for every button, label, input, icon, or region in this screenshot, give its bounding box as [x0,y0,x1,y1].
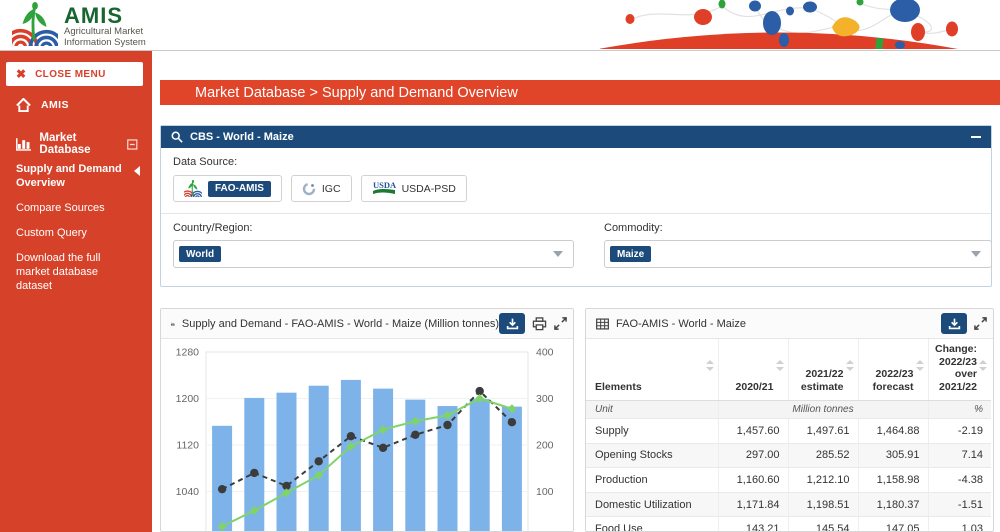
close-icon: ✖ [16,67,26,81]
download-icon [948,317,961,330]
sort-icon [916,360,924,371]
sort-icon [979,360,987,371]
data-source-buttons: FAO-AMIS IGC USDA USD [173,175,979,202]
sidebar-item-market-database[interactable]: Market Database [16,132,138,156]
unit-row: Unit Million tonnes % [586,401,991,419]
table-row-production: Production 1,160.60 1,212.10 1,158.98 -4… [586,468,991,493]
fao-amis-logo-icon [184,180,202,197]
svg-text:1200: 1200 [176,393,200,405]
expand-table-button[interactable] [974,317,987,330]
commodity-label: Commodity: [604,222,992,234]
sidebar-item-supply-and-demand-overview[interactable]: Supply and Demand Overview [16,162,140,190]
commodity-select[interactable]: Maize [604,240,992,268]
sidebar-item-amis-home[interactable]: AMIS [16,98,69,112]
svg-text:1040: 1040 [176,486,200,498]
sort-icon [706,360,714,371]
svg-text:100: 100 [536,486,554,498]
main-content: Market Database > Supply and Demand Over… [152,50,1000,532]
supply-demand-table: Elements 2020/21 2021/22estimate 2022/23… [586,339,991,532]
table-row-food-use: Food Use 143.21 145.54 147.05 1.03 [586,517,991,532]
decorative-network-graphic [600,0,1000,49]
sidebar-submenu: Supply and Demand Overview Compare Sourc… [16,162,140,304]
active-item-caret-icon [134,166,140,176]
table-row-opening-stocks: Opening Stocks 297.00 285.52 305.91 7.14 [586,443,991,468]
chart-panel-header: Supply and Demand - FAO-AMIS - World - M… [161,309,573,339]
download-icon [506,317,519,330]
top-header: AMIS Agricultural Market Information Sys… [0,0,1000,51]
sd-table-panel: FAO-AMIS - World - Maize [585,308,994,532]
table-panel-title: FAO-AMIS - World - Maize [616,318,746,330]
table-panel-header: FAO-AMIS - World - Maize [586,309,993,339]
table-row-domestic-utilization: Domestic Utilization 1,171.84 1,198.51 1… [586,492,991,517]
sort-icon [776,360,784,371]
supply-demand-chart: 1280 400 1200 300 1120 200 1040 100 [161,338,571,532]
column-header-2020-21[interactable]: 2020/21 [718,339,788,401]
expand-icon [554,317,567,330]
chevron-down-icon [553,251,563,257]
sort-icon [846,360,854,371]
collapse-panel-icon[interactable] [971,136,981,139]
sidebar: ✖ CLOSE MENU AMIS Market Database [0,50,152,532]
source-button-igc[interactable]: IGC [291,175,352,202]
svg-text:400: 400 [536,347,554,359]
source-button-fao-amis[interactable]: FAO-AMIS [173,175,282,202]
sidebar-item-download-dataset[interactable]: Download the full market database datase… [16,251,140,293]
column-header-2021-22-estimate[interactable]: 2021/22estimate [788,339,858,401]
print-chart-button[interactable] [532,317,547,331]
search-icon [171,131,183,143]
expand-icon [974,317,987,330]
source-button-usda-psd[interactable]: USDA USDA-PSD [361,175,467,202]
country-region-label: Country/Region: [173,222,574,234]
chevron-down-icon [971,251,981,257]
svg-text:300: 300 [536,393,554,405]
svg-text:1120: 1120 [176,440,199,452]
expand-chart-button[interactable] [554,317,567,330]
cbs-panel-header: CBS - World - Maize [161,126,991,148]
close-menu-button[interactable]: ✖ CLOSE MENU [6,62,143,86]
download-table-button[interactable] [941,313,967,334]
home-icon [16,98,31,112]
table-row-supply: Supply 1,457.60 1,497.61 1,464.88 -2.19 [586,419,991,444]
svg-text:USDA: USDA [373,180,396,190]
brand-subtitle-line1: Agricultural Market [64,27,146,38]
printer-icon [532,317,547,331]
commodity-selected-tag[interactable]: Maize [610,246,651,262]
data-source-label: Data Source: [173,156,979,168]
amis-logo-icon [12,2,58,46]
brand-name: AMIS [64,5,146,27]
chart-panel-title: Supply and Demand - FAO-AMIS - World - M… [182,318,499,330]
divider [161,213,991,214]
column-header-change[interactable]: Change:2022/23 over2021/22 [928,339,991,401]
bar-chart-icon [16,137,31,151]
svg-text:200: 200 [536,440,554,452]
amis-application-window: AMIS Agricultural Market Information Sys… [0,0,1000,532]
supply-demand-chart-panel: Supply and Demand - FAO-AMIS - World - M… [160,308,574,532]
svg-text:1280: 1280 [176,347,200,359]
cbs-filter-panel: CBS - World - Maize Data Source: FAO-AMI… [160,125,992,287]
brand-subtitle-line2: Information System [64,38,146,49]
collapse-section-icon[interactable] [127,139,138,150]
usda-logo-icon: USDA [372,180,396,197]
sidebar-item-custom-query[interactable]: Custom Query [16,226,140,240]
bar-chart-icon [171,318,175,330]
column-header-2022-23-forecast[interactable]: 2022/23forecast [858,339,928,401]
amis-logo[interactable]: AMIS Agricultural Market Information Sys… [12,2,146,48]
sidebar-item-compare-sources[interactable]: Compare Sources [16,201,140,215]
download-chart-button[interactable] [499,313,525,334]
igc-logo-icon [302,182,316,196]
cbs-panel-title: CBS - World - Maize [190,131,294,143]
table-icon [596,318,609,330]
country-region-select[interactable]: World [173,240,574,268]
country-selected-tag[interactable]: World [179,246,221,262]
breadcrumb: Market Database > Supply and Demand Over… [160,80,1000,105]
column-header-elements[interactable]: Elements [586,339,718,401]
